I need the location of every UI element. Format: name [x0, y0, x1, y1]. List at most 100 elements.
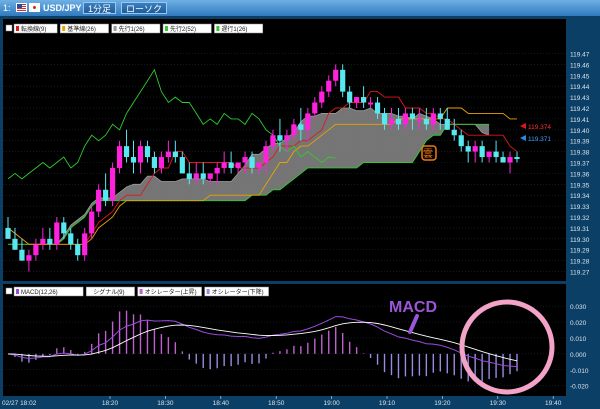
- y-tick-label: 119.31: [570, 226, 590, 233]
- x-axis-start-label: 02/27 18:02: [2, 400, 37, 407]
- legend-label: 先行2(52): [170, 25, 196, 33]
- candle-body: [103, 189, 109, 201]
- candle-body: [472, 146, 478, 152]
- candle-body: [179, 157, 185, 174]
- x-axis-bar: [0, 396, 600, 409]
- candle-body: [19, 249, 25, 261]
- legend-label: シグナル(9): [93, 288, 124, 296]
- legend-swatch: [165, 26, 168, 31]
- candle-body: [423, 118, 429, 125]
- candle-body: [249, 157, 255, 168]
- candle-body: [347, 91, 353, 103]
- candle-body: [256, 162, 262, 168]
- pane-number: 1:: [3, 3, 11, 13]
- chart-area[interactable]: 119.47 119.46 119.45 119.44 119.43 119.42 119.…: [0, 16, 600, 409]
- candle-body: [444, 118, 450, 130]
- y-tick-label: 119.32: [570, 215, 590, 222]
- candle-body: [437, 113, 443, 119]
- candle-body: [395, 118, 402, 125]
- x-tick-label: 19:40: [545, 400, 562, 407]
- candle-body: [33, 244, 39, 256]
- symbol-label[interactable]: USD/JPY: [43, 2, 82, 14]
- candle-body: [354, 97, 360, 103]
- legend-label: 遅行1(26): [221, 25, 247, 33]
- sub-y-tick-label: 0.010: [570, 336, 587, 343]
- chart-type-button[interactable]: ローソク: [121, 2, 168, 14]
- x-tick-label: 18:20: [102, 400, 119, 407]
- candle-body: [200, 173, 206, 179]
- candle-body: [402, 113, 409, 125]
- y-tick-label: 119.42: [570, 106, 590, 113]
- us-flag-icon: [16, 3, 27, 12]
- legend-swatch: [216, 26, 220, 31]
- candle-body: [123, 146, 130, 158]
- x-tick-label: 18:40: [213, 400, 230, 407]
- candle-body: [381, 113, 388, 125]
- sub-y-tick-label: 0.020: [570, 320, 587, 327]
- y-tick-label: 119.40: [570, 128, 590, 135]
- y-tick-label: 119.34: [570, 193, 590, 200]
- candle-body: [479, 146, 485, 158]
- y-tick-label: 119.44: [570, 84, 590, 91]
- y-tick-label: 119.29: [570, 248, 590, 255]
- japan-flag-icon: [29, 3, 40, 12]
- y-tick-label: 119.39: [570, 139, 590, 146]
- legend-label: 基準線(26): [67, 25, 96, 33]
- candle-body: [214, 167, 220, 174]
- candle-body: [137, 146, 144, 163]
- candle-body: [47, 238, 53, 245]
- legend-swatch: [88, 289, 92, 294]
- main-legend: 転換線(9) 基準線(26) 先行1(26) 先行2(52) 遅行1(26): [5, 23, 264, 34]
- candle-body: [82, 233, 88, 256]
- y-tick-label: 119.30: [570, 237, 590, 244]
- candle-body: [493, 151, 499, 158]
- candle-body: [242, 157, 248, 163]
- candle-body: [507, 157, 513, 163]
- candle-body: [305, 113, 311, 130]
- timeframe-button[interactable]: 1分足: [83, 2, 117, 14]
- title-bar: 1: USD/JPY 1分足 ローソク: [0, 0, 600, 16]
- x-tick-label: 18:50: [268, 400, 285, 407]
- y-tick-label: 119.38: [570, 150, 590, 157]
- candle-body: [96, 189, 102, 212]
- legend-toggle: [5, 287, 13, 295]
- chart-window: 1: USD/JPY 1分足 ローソク 119.47 119.46 119.45 11…: [0, 0, 600, 409]
- candle-body: [116, 146, 123, 168]
- legend-swatch: [16, 26, 19, 31]
- candle-body: [326, 80, 332, 92]
- candle-body: [333, 69, 339, 81]
- candle-body: [277, 135, 283, 141]
- candle-body: [361, 97, 367, 103]
- candle-body: [207, 173, 213, 179]
- x-tick-label: 18:30: [157, 400, 174, 407]
- candle-body: [68, 233, 74, 245]
- candle-body: [284, 135, 290, 141]
- candle-body: [193, 173, 199, 179]
- candle-body: [409, 113, 416, 119]
- candle-body: [298, 124, 304, 130]
- svg-text:119.371: 119.371: [528, 136, 551, 143]
- candle-body: [340, 69, 346, 92]
- candle-body: [5, 227, 11, 239]
- x-tick-label: 19:20: [434, 400, 451, 407]
- y-tick-label: 119.33: [570, 204, 590, 211]
- candle-body: [54, 222, 60, 245]
- candle-body: [270, 135, 276, 147]
- candle-body: [40, 238, 46, 245]
- sub-y-tick-label: 0.030: [570, 304, 587, 311]
- macd-annotation: MACD: [389, 299, 437, 316]
- candle-body: [416, 118, 422, 121]
- candle-body: [158, 157, 164, 168]
- candle-body: [26, 255, 32, 261]
- y-tick-label: 119.41: [570, 117, 590, 124]
- candle-body: [514, 157, 520, 160]
- candle-body: [151, 157, 158, 168]
- legend-swatch: [113, 26, 117, 31]
- sub-y-tick-label: -0.020: [570, 384, 589, 391]
- candle-body: [75, 244, 81, 256]
- y-tick-label: 119.47: [570, 51, 590, 58]
- candle-body: [319, 91, 325, 103]
- candle-body: [451, 129, 457, 136]
- legend-label: 先行1(26): [119, 25, 145, 33]
- candle-body: [61, 222, 67, 234]
